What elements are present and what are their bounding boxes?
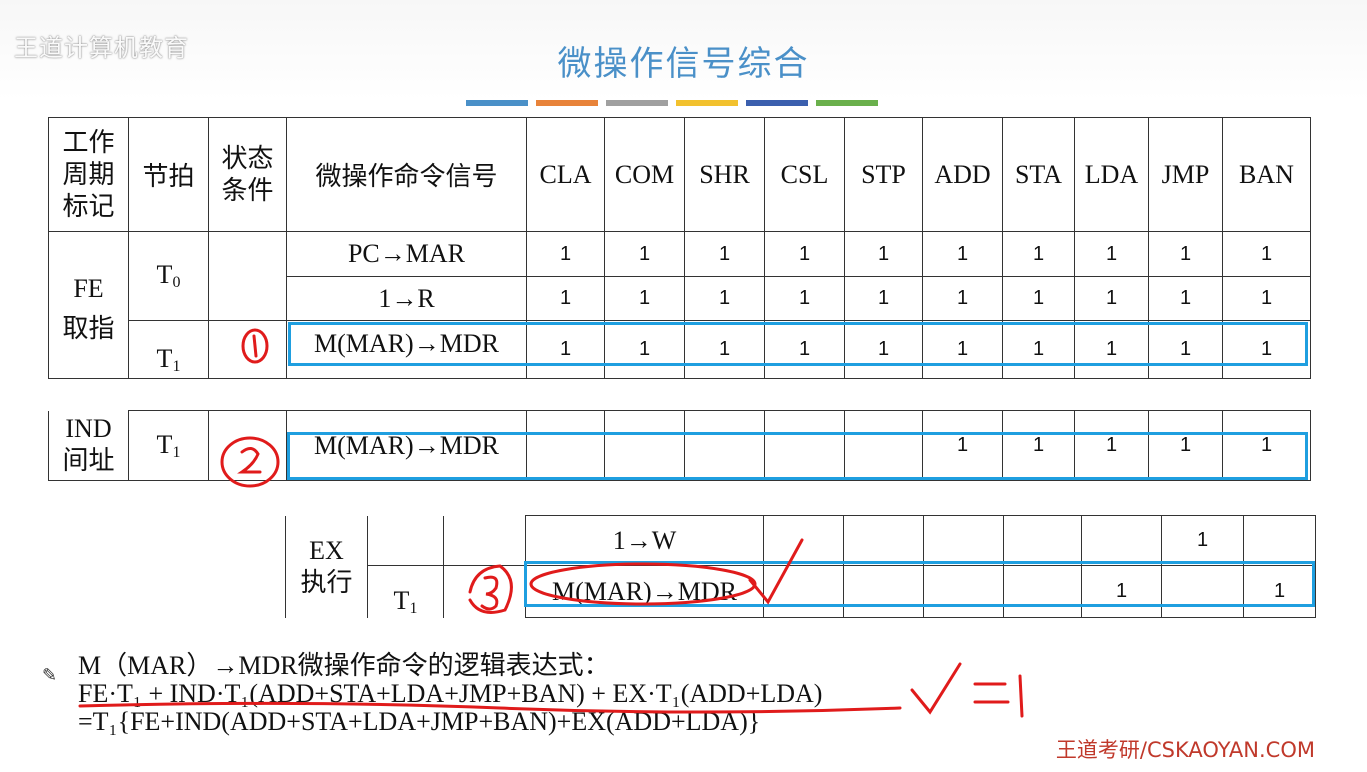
table-cut-gap — [0, 380, 1367, 410]
header-instr-add: ADD — [922, 117, 1003, 232]
header-instr-jmp: JMP — [1148, 117, 1223, 232]
value-cell: 1 — [1148, 276, 1223, 321]
footer-brand: 王道考研/CSKAOYAN.COM — [1055, 738, 1315, 762]
header-beat: 节拍 — [128, 117, 209, 232]
header-instr-stp: STP — [844, 117, 923, 232]
value-cell: 1 — [922, 231, 1003, 277]
value-cell: 1 — [1161, 515, 1244, 566]
value-cell: 1 — [604, 276, 685, 321]
value-cell — [1003, 515, 1082, 566]
formula-line-1: M（MAR）→MDR微操作命令的逻辑表达式： — [78, 651, 610, 680]
cond-empty — [208, 320, 287, 379]
pencil-icon: ✎ — [42, 665, 58, 686]
beat-empty — [367, 515, 444, 566]
value-cell: 1 — [684, 276, 765, 321]
value-cell — [1243, 515, 1316, 566]
value-cell: 1 — [1148, 231, 1223, 277]
table-row-fe-0: FE 取指 T0 PC→MAR 1 1 1 1 1 1 1 1 1 1 — [48, 231, 1311, 379]
highlight-ex-row — [524, 561, 1315, 607]
beat-t0-sub: 0 — [172, 274, 181, 291]
cond-empty — [208, 231, 287, 321]
signal-cell: 1→R — [286, 276, 527, 321]
value-cell: 1 — [526, 231, 605, 277]
digit-one — [1018, 674, 1024, 718]
beat-t1-sub: 1 — [409, 599, 418, 617]
value-cell: 1 — [604, 231, 685, 277]
value-cell: 1 — [1222, 231, 1311, 277]
value-cell: 1 — [684, 231, 765, 277]
beat-t0: T0 — [128, 231, 209, 321]
value-cell: 1 — [1074, 231, 1149, 277]
cycle-ind-name: 间址 — [62, 446, 115, 476]
formula-line-3: =T₁{FE+IND(ADD+STA+LDA+JMP+BAN)+EX(ADD+L… — [78, 707, 761, 736]
table-row-ex-0: EX 执行 1→W 1 — [285, 515, 1316, 618]
beat-t1-sub: 1 — [172, 443, 181, 461]
cond-empty — [208, 410, 287, 481]
value-cell — [843, 515, 924, 566]
value-cell: 1 — [526, 276, 605, 321]
cycle-ex-code: EX — [309, 535, 344, 565]
header-instr-ban: BAN — [1222, 117, 1311, 232]
beat-t1: T1 — [128, 410, 209, 481]
cycle-fe-name: 取指 — [62, 314, 115, 343]
accent-bar-5 — [746, 100, 808, 106]
value-cell: 1 — [844, 276, 923, 321]
cycle-ind-code: IND — [65, 414, 112, 444]
highlight-fe-row — [288, 322, 1308, 366]
cycle-fe-code: FE — [73, 274, 104, 303]
header-instr-shr: SHR — [684, 117, 765, 232]
formula-line-2: FE·T₁ + IND·T₁(ADD+STA+LDA+JMP+BAN) + EX… — [78, 679, 823, 708]
value-cell: 1 — [764, 231, 845, 277]
value-cell: 1 — [1222, 276, 1311, 321]
header-instr-cla: CLA — [526, 117, 605, 232]
header-instr-lda: LDA — [1074, 117, 1149, 232]
cond-empty — [443, 565, 526, 618]
accent-bar-4 — [676, 100, 738, 106]
slide-title: 微操作信号综合 — [557, 44, 810, 84]
accent-bar-3 — [606, 100, 668, 106]
header-instr-com: COM — [604, 117, 685, 232]
signal-cell: 1→W — [525, 515, 764, 566]
cycle-ind: IND 间址 — [48, 410, 129, 481]
accent-bar-2 — [536, 100, 598, 106]
check-mark-2 — [910, 662, 962, 715]
beat-t1-label: T — [156, 344, 173, 373]
beat-t0-label: T — [156, 260, 173, 289]
beat-t1-sub: 1 — [172, 358, 181, 375]
value-cell: 1 — [1074, 276, 1149, 321]
accent-bar-6 — [816, 100, 878, 106]
header-signal: 微操作命令信号 — [286, 117, 527, 232]
cond-empty — [443, 515, 526, 566]
beat-t1-label: T — [393, 585, 410, 615]
beat-t1: T1 — [367, 565, 444, 618]
cycle-ex-name: 执行 — [300, 567, 353, 597]
header-instr-sta: STA — [1002, 117, 1075, 232]
beat-t1: T1 — [128, 320, 209, 379]
header-condition: 状态条件 — [208, 117, 287, 232]
value-cell: 1 — [1002, 276, 1075, 321]
value-cell: 1 — [844, 231, 923, 277]
header-cycle: 工作周期标记 — [48, 117, 129, 232]
value-cell: 1 — [1002, 231, 1075, 277]
cycle-fe: FE 取指 — [48, 231, 129, 379]
accent-bar-1 — [466, 100, 528, 106]
value-cell — [763, 515, 844, 566]
value-cell — [923, 515, 1004, 566]
signal-cell: PC→MAR — [286, 231, 527, 277]
beat-t1-label: T — [156, 429, 173, 459]
value-cell — [1081, 515, 1162, 566]
header-instr-csl: CSL — [764, 117, 845, 232]
value-cell: 1 — [922, 276, 1003, 321]
value-cell: 1 — [764, 276, 845, 321]
cycle-ex: EX 执行 — [285, 515, 368, 618]
highlight-ind-row — [287, 432, 1308, 480]
